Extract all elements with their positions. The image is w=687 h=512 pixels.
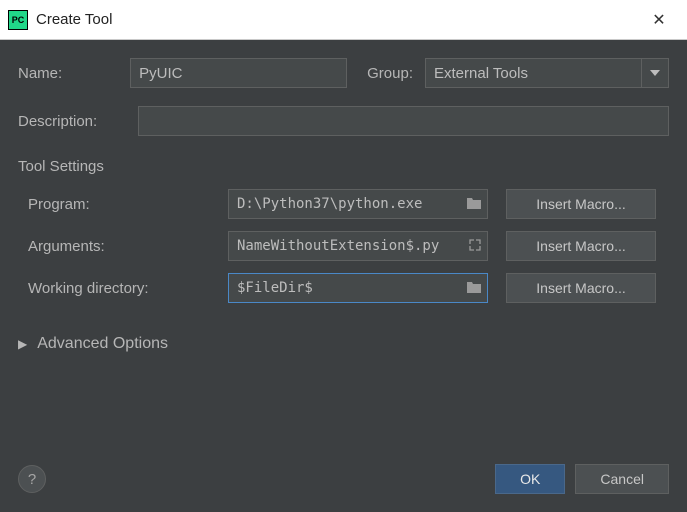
arguments-input[interactable] (237, 238, 463, 254)
tool-settings-title: Tool Settings (18, 158, 669, 175)
group-select[interactable] (425, 58, 669, 88)
working-dir-row: Working directory: Insert Macro... (28, 273, 669, 303)
window-title: Create Tool (36, 11, 639, 28)
dialog-footer: ? OK Cancel (0, 458, 687, 512)
folder-icon[interactable] (467, 281, 481, 296)
program-input[interactable] (237, 196, 461, 212)
titlebar: PC Create Tool ✕ (0, 0, 687, 40)
group-dropdown-button[interactable] (641, 58, 669, 88)
chevron-down-icon (650, 70, 660, 76)
group-input[interactable] (425, 58, 641, 88)
working-dir-input[interactable] (237, 280, 461, 296)
cancel-button[interactable]: Cancel (575, 464, 669, 494)
program-label: Program: (28, 196, 228, 213)
description-label: Description: (18, 113, 138, 130)
program-row: Program: Insert Macro... (28, 189, 669, 219)
insert-macro-program-button[interactable]: Insert Macro... (506, 189, 656, 219)
working-dir-label: Working directory: (28, 280, 228, 297)
insert-macro-workingdir-button[interactable]: Insert Macro... (506, 273, 656, 303)
arguments-input-wrap (228, 231, 488, 261)
tool-settings-section: Program: Insert Macro... Arguments: (18, 189, 669, 315)
name-input[interactable] (130, 58, 347, 88)
create-tool-dialog: PC Create Tool ✕ Name: Group: Descriptio… (0, 0, 687, 512)
chevron-right-icon: ▶ (18, 337, 27, 351)
app-icon: PC (8, 10, 28, 30)
expand-icon[interactable] (469, 239, 481, 254)
folder-icon[interactable] (467, 197, 481, 212)
advanced-options-label: Advanced Options (37, 335, 168, 353)
program-input-wrap (228, 189, 488, 219)
insert-macro-arguments-button[interactable]: Insert Macro... (506, 231, 656, 261)
group-label: Group: (367, 65, 413, 82)
arguments-row: Arguments: Insert Macro... (28, 231, 669, 261)
description-row: Description: (18, 106, 669, 136)
close-icon[interactable]: ✕ (639, 10, 679, 30)
description-input[interactable] (138, 106, 669, 136)
help-button[interactable]: ? (18, 465, 46, 493)
name-label: Name: (18, 65, 130, 82)
working-dir-input-wrap (228, 273, 488, 303)
name-group-row: Name: Group: (18, 58, 669, 88)
dialog-content: Name: Group: Description: Tool Settings … (0, 40, 687, 458)
ok-button[interactable]: OK (495, 464, 565, 494)
arguments-label: Arguments: (28, 238, 228, 255)
advanced-options-toggle[interactable]: ▶ Advanced Options (18, 335, 669, 353)
